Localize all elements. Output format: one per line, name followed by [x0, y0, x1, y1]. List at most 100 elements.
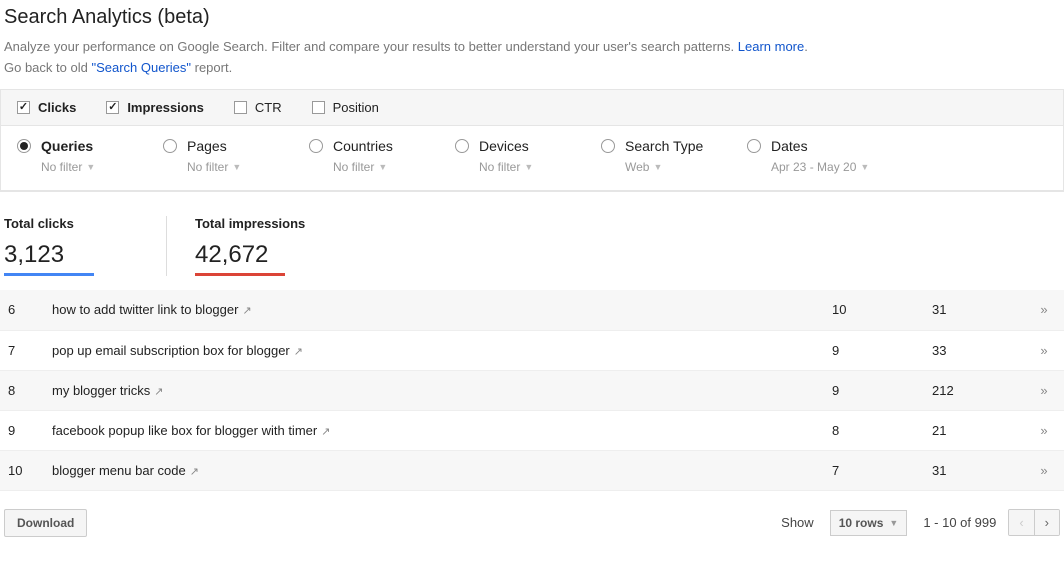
- rows-select[interactable]: 10 rows ▼: [830, 510, 908, 536]
- expand-row-button[interactable]: »: [1024, 330, 1064, 370]
- row-impressions: 31: [924, 290, 1024, 330]
- dim-countries[interactable]: Countries No filter ▼: [309, 138, 455, 174]
- row-query-cell: my blogger tricks↗: [44, 370, 824, 410]
- footer: Download Show 10 rows ▼ 1 - 10 of 999 ‹ …: [0, 491, 1064, 545]
- query-link[interactable]: pop up email subscription box for blogge…: [52, 343, 303, 358]
- dim-sub-text: Apr 23 - May 20: [771, 160, 856, 174]
- dim-label: Countries: [333, 138, 393, 154]
- download-button[interactable]: Download: [4, 509, 87, 537]
- row-query-cell: how to add twitter link to blogger↗: [44, 290, 824, 330]
- radio-icon: [309, 139, 323, 153]
- chevron-down-icon: ▼: [378, 162, 387, 172]
- metric-ctr[interactable]: CTR: [234, 100, 282, 115]
- row-index: 7: [0, 330, 44, 370]
- metrics-row: Clicks Impressions CTR Position: [1, 90, 1063, 126]
- chevron-down-icon: ▼: [889, 518, 898, 528]
- rows-select-value: 10 rows: [839, 516, 884, 530]
- dim-queries-filter[interactable]: No filter ▼: [41, 160, 163, 174]
- total-clicks: Total clicks 3,123: [4, 216, 130, 276]
- table-row: 9facebook popup like box for blogger wit…: [0, 410, 1064, 450]
- row-query-cell: pop up email subscription box for blogge…: [44, 330, 824, 370]
- chevron-down-icon: ▼: [86, 162, 95, 172]
- dim-search-type[interactable]: Search Type Web▼: [601, 138, 747, 174]
- checkbox-icon: [312, 101, 325, 114]
- row-impressions: 21: [924, 410, 1024, 450]
- dim-countries-filter[interactable]: No filter ▼: [333, 160, 455, 174]
- total-clicks-label: Total clicks: [4, 216, 94, 231]
- total-impressions-value: 42,672: [195, 241, 285, 276]
- show-label: Show: [781, 515, 814, 530]
- totals-row: Total clicks 3,123 Total impressions 42,…: [0, 192, 1064, 290]
- row-index: 6: [0, 290, 44, 330]
- row-query-cell: blogger menu bar code↗: [44, 450, 824, 490]
- metric-label: Clicks: [38, 100, 76, 115]
- results-table: 6 how to add twitter link to blogger↗ 1031…: [0, 290, 1064, 491]
- next-page-button[interactable]: ›: [1034, 510, 1059, 535]
- total-impressions: Total impressions 42,672: [166, 216, 341, 276]
- row-clicks: 9: [824, 370, 924, 410]
- filter-panel: Clicks Impressions CTR Position Queries …: [0, 89, 1064, 192]
- dim-label: Pages: [187, 138, 227, 154]
- checkbox-icon: [17, 101, 30, 114]
- radio-icon: [747, 139, 761, 153]
- dim-search-type-filter[interactable]: Web▼: [625, 160, 747, 174]
- dim-sub-text: No filter: [187, 160, 228, 174]
- pager-range: 1 - 10 of 999: [923, 515, 996, 530]
- radio-icon: [163, 139, 177, 153]
- metric-clicks[interactable]: Clicks: [17, 100, 76, 115]
- dim-label: Queries: [41, 138, 93, 154]
- metric-position[interactable]: Position: [312, 100, 379, 115]
- external-link-icon: ↗: [154, 386, 163, 398]
- table-row: 10blogger menu bar code↗731»: [0, 450, 1064, 490]
- query-link[interactable]: facebook popup like box for blogger with…: [52, 423, 330, 438]
- row-impressions: 33: [924, 330, 1024, 370]
- expand-row-button[interactable]: »: [1024, 450, 1064, 490]
- goback-text: Go back to old "Search Queries" report.: [4, 60, 1060, 75]
- row-clicks: 7: [824, 450, 924, 490]
- dim-queries[interactable]: Queries No filter ▼: [17, 138, 163, 174]
- dim-dates-filter[interactable]: Apr 23 - May 20▼: [771, 160, 917, 174]
- prev-page-button[interactable]: ‹: [1009, 510, 1033, 535]
- learn-more-link[interactable]: Learn more: [738, 39, 804, 54]
- query-link[interactable]: how to add twitter link to blogger↗: [52, 302, 252, 317]
- checkbox-icon: [106, 101, 119, 114]
- table-row: 8my blogger tricks↗9212»: [0, 370, 1064, 410]
- table-row: 6 how to add twitter link to blogger↗ 1031…: [0, 290, 1064, 330]
- chevron-down-icon: ▼: [653, 162, 662, 172]
- dimensions-row: Queries No filter ▼ Pages No filter ▼ Coun…: [1, 126, 1063, 191]
- query-link[interactable]: blogger menu bar code↗: [52, 463, 199, 478]
- row-clicks: 8: [824, 410, 924, 450]
- external-link-icon: ↗: [294, 346, 303, 358]
- dim-sub-text: No filter: [479, 160, 520, 174]
- total-clicks-value: 3,123: [4, 241, 94, 276]
- row-impressions: 212: [924, 370, 1024, 410]
- metric-label: CTR: [255, 100, 282, 115]
- goback-post: report.: [191, 60, 232, 75]
- dim-sub-text: No filter: [333, 160, 374, 174]
- dim-label: Dates: [771, 138, 808, 154]
- dim-devices-filter[interactable]: No filter ▼: [479, 160, 601, 174]
- total-impressions-label: Total impressions: [195, 216, 305, 231]
- radio-icon: [455, 139, 469, 153]
- query-link[interactable]: my blogger tricks↗: [52, 383, 163, 398]
- expand-row-button[interactable]: »: [1024, 410, 1064, 450]
- dim-dates[interactable]: Dates Apr 23 - May 20▼: [747, 138, 917, 174]
- dim-pages-filter[interactable]: No filter ▼: [187, 160, 309, 174]
- checkbox-icon: [234, 101, 247, 114]
- dim-sub-text: No filter: [41, 160, 82, 174]
- row-clicks: 9: [824, 330, 924, 370]
- dim-devices[interactable]: Devices No filter▼: [455, 138, 601, 174]
- dim-pages[interactable]: Pages No filter ▼: [163, 138, 309, 174]
- page-title: Search Analytics (beta): [4, 6, 1060, 29]
- search-queries-link[interactable]: "Search Queries": [91, 60, 191, 75]
- row-clicks: 10: [824, 290, 924, 330]
- metric-impressions[interactable]: Impressions: [106, 100, 204, 115]
- radio-icon: [17, 139, 31, 153]
- expand-row-button[interactable]: »: [1024, 290, 1064, 330]
- chevron-down-icon: ▼: [232, 162, 241, 172]
- expand-row-button[interactable]: »: [1024, 370, 1064, 410]
- page-subtitle: Analyze your performance on Google Searc…: [4, 39, 1060, 54]
- chevron-down-icon: ▼: [524, 162, 533, 172]
- metric-label: Impressions: [127, 100, 204, 115]
- metric-label: Position: [333, 100, 379, 115]
